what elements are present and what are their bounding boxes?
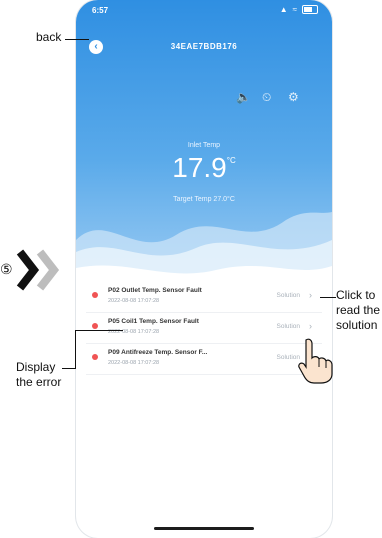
display-annotation-line1: Display (16, 360, 56, 374)
chevron-right-icon: › (309, 321, 312, 331)
speaker-icon[interactable]: 🔈 (236, 90, 251, 104)
inlet-temp-number: 17.9 (172, 152, 227, 183)
error-time: 2022-08-08 17:07:28 (108, 360, 160, 366)
solution-link[interactable]: Solution (277, 292, 301, 299)
wifi-icon: ≈ (292, 5, 297, 14)
inlet-temp-label: Inlet Temp (187, 142, 221, 149)
display-annotation: Display the error (16, 360, 61, 390)
back-annotation: back (36, 30, 62, 44)
inlet-temp-value: 17.9°C (76, 152, 332, 184)
error-list: P02 Outlet Temp. Sensor Fault 2022-08-08… (86, 282, 322, 375)
solution-link[interactable]: Solution (277, 323, 301, 330)
wave-decoration (76, 212, 332, 290)
battery-icon (302, 5, 318, 14)
error-row-p02[interactable]: P02 Outlet Temp. Sensor Fault 2022-08-08… (86, 282, 322, 313)
device-hero: 6:57 ▲ ≈ ‹ 34EAE7BDB176 🔈 ⏲ ⚙ Inlet Temp… (76, 0, 332, 290)
chevron-right-icon: › (309, 290, 312, 300)
pointing-hand-icon (298, 338, 333, 384)
double-chevron-icon (16, 249, 60, 291)
click-leader-line (320, 297, 336, 298)
click-annotation: Click to read the solution (336, 288, 380, 333)
back-leader-line (65, 39, 89, 40)
error-row-p05[interactable]: P05 Coil1 Temp. Sensor Fault 2022-08-08 … (86, 313, 322, 344)
display-leader-h (62, 368, 76, 369)
error-time: 2022-08-08 17:07:28 (108, 298, 160, 304)
signal-icon: ▲ (279, 5, 288, 14)
click-annotation-line3: solution (336, 318, 378, 332)
home-indicator[interactable] (154, 527, 254, 530)
error-dot (92, 354, 98, 360)
clock-icon[interactable]: ⏲ (262, 90, 271, 105)
step-number: ⑤ (0, 261, 13, 277)
display-leader-h2 (75, 330, 123, 331)
error-title: P02 Outlet Temp. Sensor Fault (108, 287, 202, 294)
click-annotation-line2: read the (336, 303, 381, 317)
display-leader-v (75, 330, 76, 368)
display-annotation-line2: the error (16, 375, 62, 389)
click-annotation-line1: Click to (336, 288, 376, 302)
error-dot (92, 323, 98, 329)
inlet-temp-unit: °C (226, 156, 236, 165)
gear-icon[interactable]: ⚙ (288, 90, 299, 104)
status-icons: ▲ ≈ (280, 5, 318, 14)
error-dot (92, 292, 98, 298)
error-row-p09[interactable]: P09 Antifreeze Temp. Sensor F... 2022-08… (86, 344, 322, 375)
phone-screen: 6:57 ▲ ≈ ‹ 34EAE7BDB176 🔈 ⏲ ⚙ Inlet Temp… (76, 0, 332, 538)
error-title: P09 Antifreeze Temp. Sensor F... (108, 349, 208, 356)
error-title: P05 Coil1 Temp. Sensor Fault (108, 318, 199, 325)
device-title: 34EAE7BDB176 (170, 42, 238, 51)
status-time: 6:57 (92, 6, 109, 15)
